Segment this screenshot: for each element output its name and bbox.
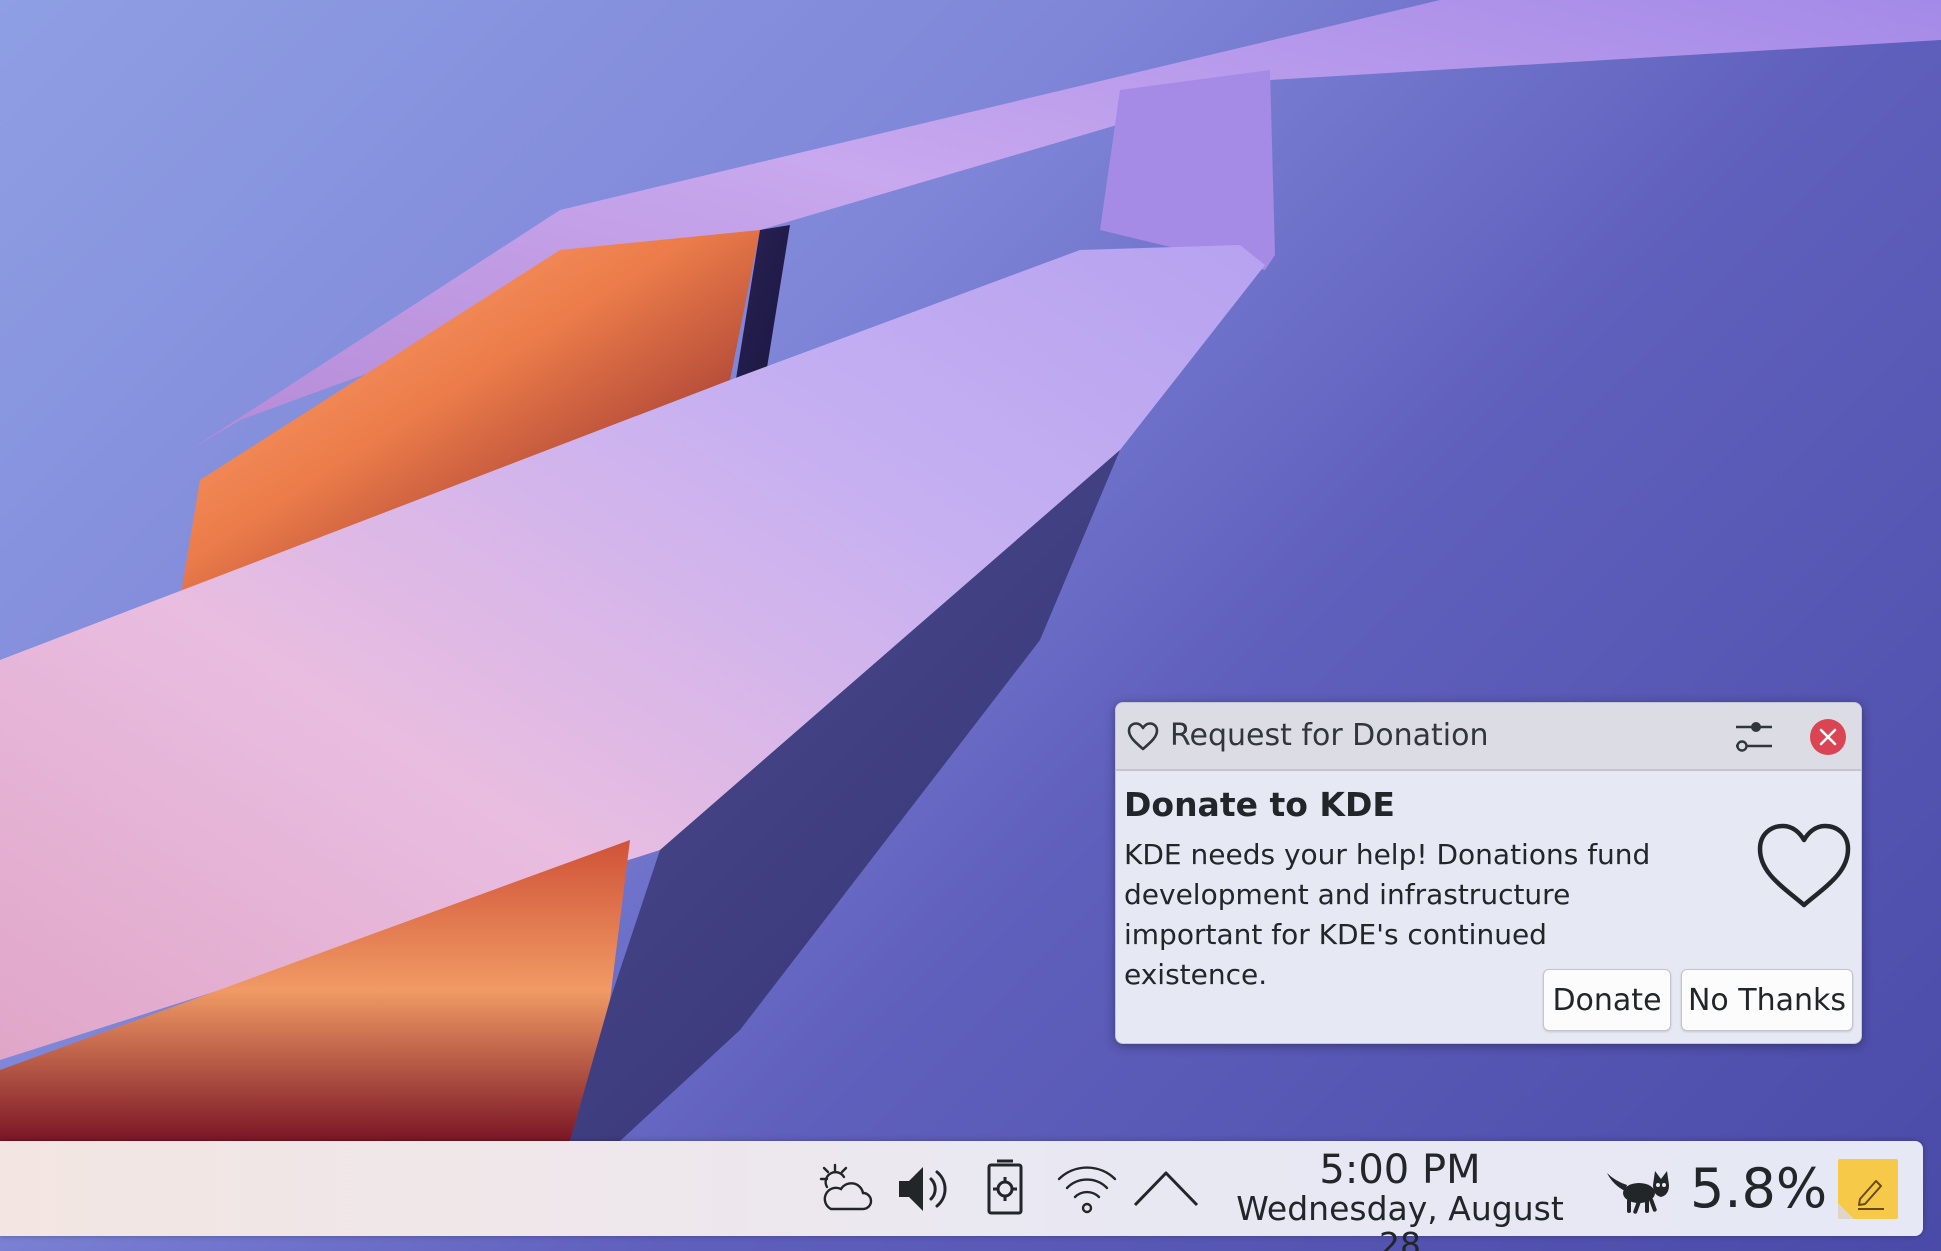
cat-icon[interactable] (1605, 1161, 1677, 1219)
taskbar-panel: 5:00 PM Wednesday, August 28 5.8% (0, 1141, 1923, 1251)
heart-outline-icon (1127, 722, 1159, 751)
desktop: Request for Donation Donate to KDE KDE n… (0, 0, 1941, 1251)
weather-icon[interactable] (815, 1159, 875, 1219)
clock-time: 5:00 PM (1319, 1147, 1481, 1193)
wallpaper (0, 0, 1941, 1141)
clock-date: Wednesday, August 28 (1236, 1189, 1564, 1251)
notes-widget[interactable] (1838, 1159, 1898, 1219)
notification-header: Request for Donation (1116, 703, 1861, 771)
cpu-usage-value: 5.8% (1690, 1157, 1828, 1220)
sticky-note-icon (1838, 1180, 1884, 1219)
donate-button[interactable]: Donate (1543, 969, 1671, 1031)
close-icon (1819, 728, 1837, 746)
close-button[interactable] (1810, 719, 1846, 755)
expand-tray-arrow-icon[interactable] (1133, 1167, 1199, 1211)
notification-title: Donate to KDE (1124, 785, 1395, 824)
notification-app-name: Request for Donation (1170, 718, 1489, 753)
digital-clock[interactable]: 5:00 PM Wednesday, August 28 (1215, 1149, 1585, 1251)
heart-outline-icon (1757, 823, 1851, 908)
wifi-icon[interactable] (1057, 1166, 1117, 1214)
donation-notification: Request for Donation Donate to KDE KDE n… (1115, 702, 1862, 1044)
no-thanks-button[interactable]: No Thanks (1681, 969, 1853, 1031)
volume-icon[interactable] (895, 1161, 955, 1217)
sliders-icon[interactable] (1732, 715, 1776, 759)
kdeconnect-phone-icon[interactable] (985, 1159, 1025, 1219)
